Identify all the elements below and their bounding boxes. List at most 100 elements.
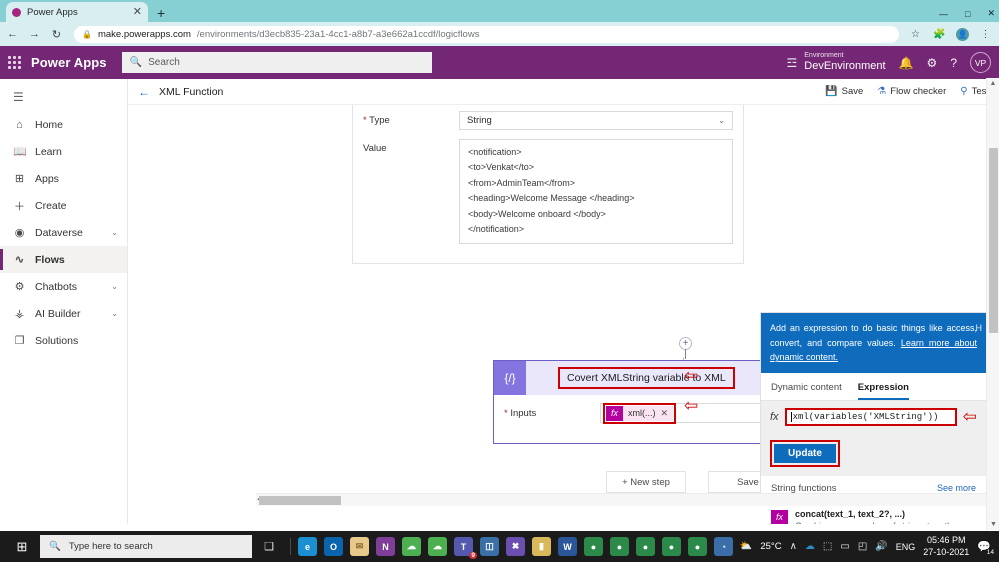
new-step-button[interactable]: + New step xyxy=(606,471,686,493)
extensions-icon[interactable]: 🧩 xyxy=(932,29,947,40)
reload-icon[interactable]: ↻ xyxy=(50,28,63,41)
global-search-input[interactable]: 🔍 Search xyxy=(122,52,432,73)
flow-checker-button[interactable]: ⚗ Flow checker xyxy=(877,86,946,97)
taskbar-search-input[interactable]: 🔍 Type here to search xyxy=(40,535,252,558)
sidebar-item-dataverse[interactable]: ◉ Dataverse ⌄ xyxy=(0,219,127,246)
paint-icon[interactable]: ◔ xyxy=(714,537,733,556)
chevron-down-icon[interactable]: ⌄ xyxy=(111,282,118,291)
sidebar-item-flows[interactable]: ∿ Flows xyxy=(0,246,127,273)
update-button[interactable]: Update xyxy=(774,444,836,463)
forward-icon[interactable]: → xyxy=(28,28,41,40)
horizontal-scrollbar[interactable]: ◀ xyxy=(256,493,986,506)
new-tab-button[interactable]: + xyxy=(157,6,165,20)
environment-picker[interactable]: ☲ Environment DevEnvironment xyxy=(787,52,886,74)
vscode-icon[interactable]: ✖ xyxy=(506,537,525,556)
expression-chip-highlight: fx xml(...) ✕ xyxy=(603,403,676,424)
edge-icon[interactable]: e xyxy=(298,537,317,556)
sidebar-item-create[interactable]: ＋ Create xyxy=(0,192,127,219)
sidebar-item-label: Chatbots xyxy=(35,281,102,293)
global-search-placeholder: Search xyxy=(148,57,180,68)
maximize-icon[interactable]: □ xyxy=(965,9,970,19)
kebab-menu-icon[interactable]: ⋮ xyxy=(978,29,993,40)
screen-tray-icon[interactable]: ⬚ xyxy=(823,541,832,552)
sidebar-item-learn[interactable]: 📖 Learn xyxy=(0,138,127,165)
close-icon[interactable]: ✕ xyxy=(133,7,142,18)
see-more-string-functions[interactable]: See more xyxy=(937,483,976,493)
notepad-icon[interactable]: ▮ xyxy=(532,537,551,556)
chevron-down-icon[interactable]: ⌄ xyxy=(111,309,118,318)
chevron-down-icon[interactable]: ⌄ xyxy=(111,228,118,237)
app-brand[interactable]: Power Apps xyxy=(31,55,107,70)
browser-tab-title: Power Apps xyxy=(27,7,127,18)
test-button[interactable]: ⚲ Test xyxy=(960,86,989,97)
browser-profile-avatar[interactable]: 👤 xyxy=(956,28,969,41)
tab-dynamic-content[interactable]: Dynamic content xyxy=(771,382,842,400)
expression-chip[interactable]: fx xml(...) ✕ xyxy=(606,406,673,421)
expression-input-row: fx xml(variables('XMLString')) ⇦ xyxy=(761,400,986,433)
gear-icon[interactable]: ⚙ xyxy=(927,56,938,70)
mail-icon[interactable]: ✉ xyxy=(350,537,369,556)
sidebar-item-apps[interactable]: ⊞ Apps xyxy=(0,165,127,192)
sidebar-item-ai-builder[interactable]: ⚶ AI Builder ⌄ xyxy=(0,300,127,327)
onedrive-tray-icon[interactable]: ☁ xyxy=(805,541,815,552)
hide-banner-link[interactable]: H xyxy=(976,321,983,336)
address-bar[interactable]: 🔒 make.powerapps.com/environments/d3ecb8… xyxy=(74,26,899,43)
value-input[interactable]: <notification> <to>Venkat</to> <from>Adm… xyxy=(459,139,733,244)
apps-grid-icon: ⊞ xyxy=(13,172,26,185)
task-view-icon[interactable]: ❑ xyxy=(252,540,286,553)
browser-tab[interactable]: Power Apps ✕ xyxy=(6,2,148,22)
url-path: /environments/d3ecb835-23a1-4cc1-a8b7-a3… xyxy=(197,29,480,40)
chrome-window-icon[interactable]: ● xyxy=(662,537,681,556)
expression-info-banner: Add an expression to do basic things lik… xyxy=(761,313,986,373)
vertical-scroll-thumb[interactable] xyxy=(989,148,998,333)
tab-expression[interactable]: Expression xyxy=(858,382,909,400)
chevron-down-icon[interactable]: ⌄ xyxy=(718,116,725,125)
sidebar-item-solutions[interactable]: ❐ Solutions xyxy=(0,327,127,354)
onenote-icon[interactable]: N xyxy=(376,537,395,556)
scroll-up-icon[interactable]: ▲ xyxy=(987,80,999,87)
wifi-icon[interactable]: ◰ xyxy=(858,541,867,552)
sidebar-toggle-icon[interactable]: ☰ xyxy=(0,84,127,111)
horizontal-scroll-thumb[interactable] xyxy=(259,496,341,505)
avatar[interactable]: VP xyxy=(970,52,991,73)
annotation-arrow-inputs: ⇦ xyxy=(684,397,698,414)
back-arrow-icon[interactable]: ← xyxy=(138,85,150,99)
chrome-window-icon[interactable]: ● xyxy=(610,537,629,556)
vertical-scrollbar[interactable]: ▲ ▼ xyxy=(986,78,999,530)
temperature-label[interactable]: 25°C xyxy=(760,541,781,552)
onedrive-icon[interactable]: ☁ xyxy=(428,537,447,556)
start-button-icon[interactable]: ⊞ xyxy=(4,539,40,555)
waffle-menu-icon[interactable] xyxy=(8,56,21,69)
sidebar-item-home[interactable]: ⌂ Home xyxy=(0,111,127,138)
chrome-window-icon[interactable]: ● xyxy=(636,537,655,556)
weather-icon[interactable]: ⛅ xyxy=(740,541,752,552)
volume-icon[interactable]: 🔊 xyxy=(875,541,887,552)
sidebar-item-chatbots[interactable]: ⚙ Chatbots ⌄ xyxy=(0,273,127,300)
notification-count: 14 xyxy=(986,549,995,556)
window-close-icon[interactable]: ✕ xyxy=(987,8,995,19)
sidebar-item-label: Solutions xyxy=(35,335,127,347)
teams-icon[interactable]: T 9 xyxy=(454,537,473,556)
expression-input[interactable]: xml(variables('XMLString')) xyxy=(785,408,957,426)
minimize-icon[interactable]: — xyxy=(939,9,948,19)
compose-action-title[interactable]: Covert XMLString variable to XML xyxy=(558,367,735,389)
help-icon[interactable]: ? xyxy=(950,56,957,70)
chrome-window-icon[interactable]: ● xyxy=(584,537,603,556)
clock[interactable]: 05:46 PM 27-10-2021 xyxy=(923,535,969,558)
store-icon[interactable]: ◫ xyxy=(480,537,499,556)
bookmark-star-icon[interactable]: ☆ xyxy=(908,29,923,40)
bell-icon[interactable]: 🔔 xyxy=(899,56,914,70)
save-button[interactable]: 💾 Save xyxy=(825,86,863,97)
type-select[interactable]: String ⌄ xyxy=(459,111,733,130)
back-icon[interactable]: ← xyxy=(6,28,19,40)
onedrive-green-icon[interactable]: ☁ xyxy=(402,537,421,556)
outlook-icon[interactable]: O xyxy=(324,537,343,556)
language-indicator[interactable]: ENG xyxy=(896,542,916,552)
battery-icon[interactable]: ▭ xyxy=(840,541,849,552)
scroll-down-icon[interactable]: ▼ xyxy=(987,521,999,528)
chrome-window-icon[interactable]: ● xyxy=(688,537,707,556)
word-icon[interactable]: W xyxy=(558,537,577,556)
remove-chip-icon[interactable]: ✕ xyxy=(661,408,674,419)
chevron-up-icon[interactable]: ∧ xyxy=(790,541,797,552)
notification-center-icon[interactable]: 💬 14 xyxy=(977,540,991,553)
